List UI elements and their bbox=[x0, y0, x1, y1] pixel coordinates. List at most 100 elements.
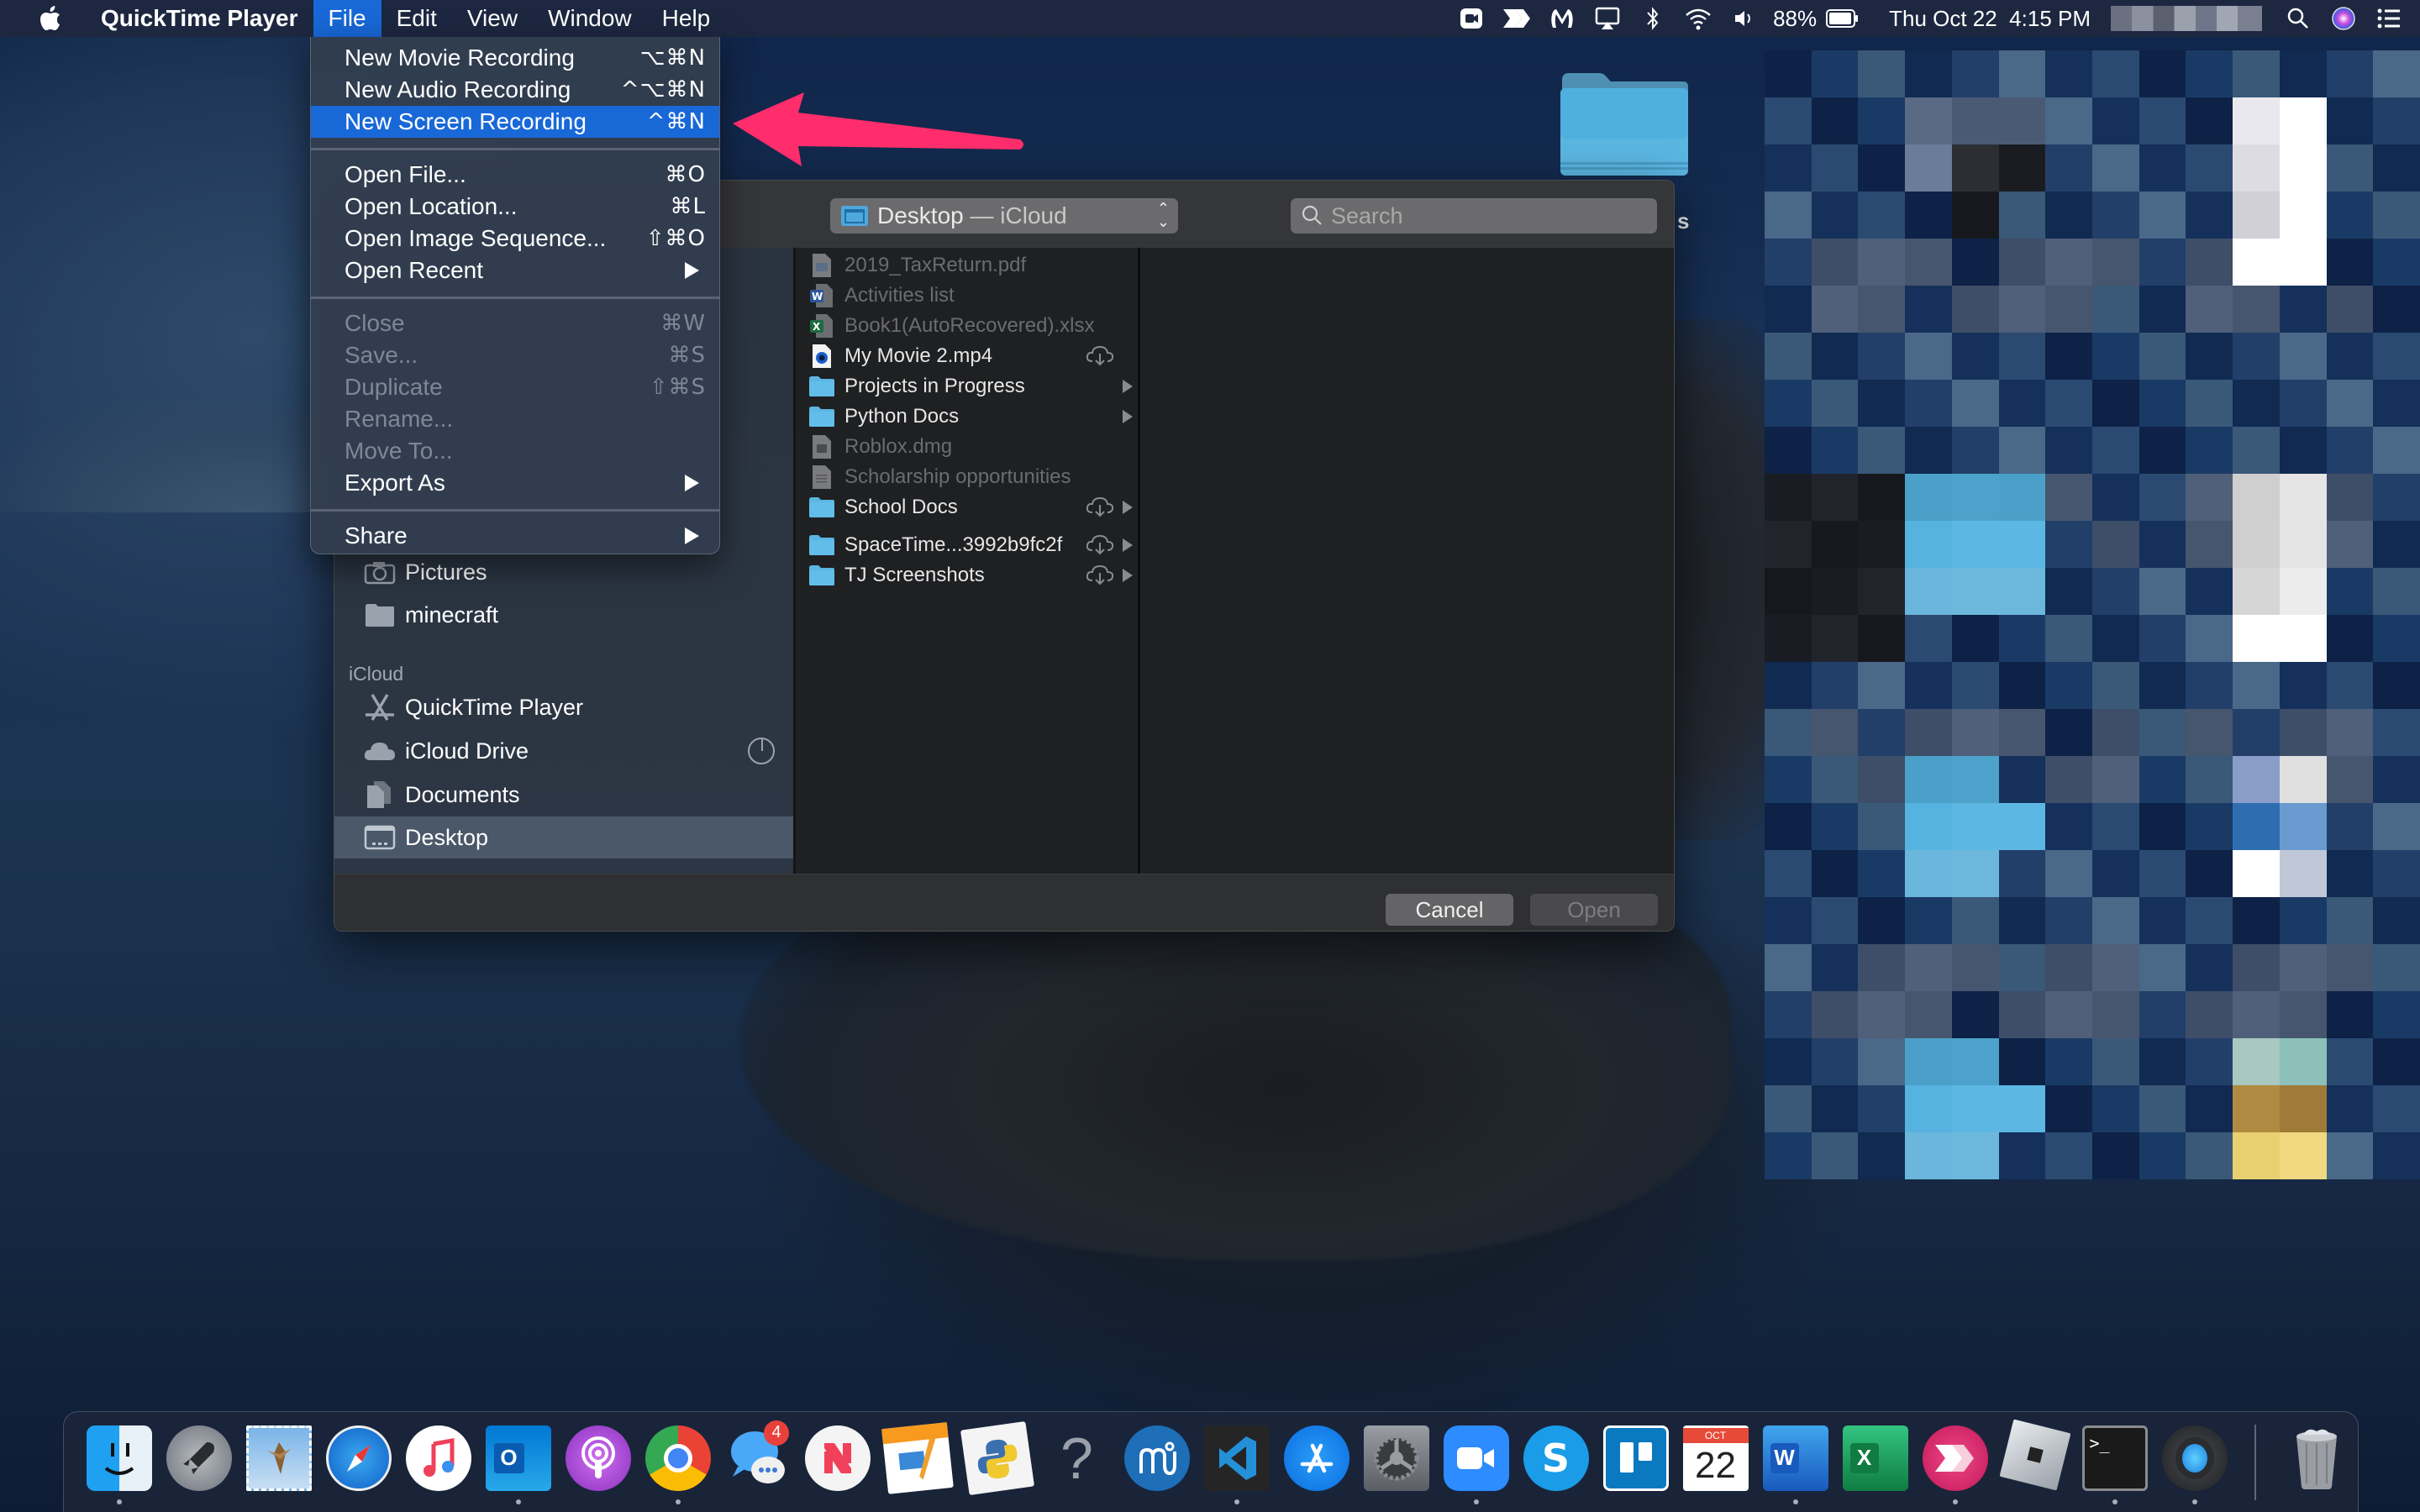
dock-app-skitch[interactable] bbox=[1915, 1420, 1995, 1504]
dock-app-word[interactable]: W bbox=[1755, 1420, 1835, 1504]
blur-pixel bbox=[2279, 1085, 2327, 1132]
menu-item-new-screen-recording[interactable]: New Screen Recording ^⌘N bbox=[311, 106, 719, 138]
dock-trash[interactable] bbox=[2276, 1420, 2356, 1504]
blur-pixel bbox=[1765, 1038, 1812, 1085]
blur-pixel bbox=[1765, 568, 1812, 615]
menu-item-open-location[interactable]: Open Location... ⌘L bbox=[311, 191, 719, 223]
menu-item-open-file[interactable]: Open File... ⌘O bbox=[311, 159, 719, 191]
dock-app-trello[interactable] bbox=[1596, 1420, 1676, 1504]
file-row-tj-screenshots[interactable]: TJ Screenshots bbox=[796, 560, 1138, 591]
dock-app-system-preferences[interactable] bbox=[1356, 1420, 1436, 1504]
dock-app-skype[interactable]: S bbox=[1516, 1420, 1596, 1504]
blurred-desktop-icons bbox=[1765, 50, 2420, 1179]
dock-app-music[interactable] bbox=[398, 1420, 478, 1504]
search-field[interactable]: Search bbox=[1291, 198, 1657, 234]
battery-icon[interactable] bbox=[1823, 0, 1862, 37]
siri-icon[interactable] bbox=[2321, 0, 2366, 37]
blur-pixel bbox=[2279, 662, 2327, 709]
dock-app-unknown-app[interactable]: ? bbox=[1037, 1420, 1117, 1504]
menu-help[interactable]: Help bbox=[647, 0, 726, 37]
blur-pixel bbox=[2092, 568, 2139, 615]
dock-app-launchpad[interactable] bbox=[159, 1420, 239, 1504]
menu-app-name[interactable]: QuickTime Player bbox=[86, 0, 313, 37]
cloud-download-icon[interactable] bbox=[1086, 564, 1114, 591]
wifi-icon[interactable] bbox=[1676, 0, 1721, 37]
blur-pixel bbox=[1905, 521, 1952, 568]
file-row-school-docs[interactable]: School Docs bbox=[796, 492, 1138, 522]
desktop-folder-icon[interactable] bbox=[1559, 71, 1690, 176]
file-row-activities-list[interactable]: W Activities list bbox=[796, 281, 1138, 311]
dock-app-podcasts[interactable] bbox=[558, 1420, 638, 1504]
menu-window[interactable]: Window bbox=[533, 0, 647, 37]
menu-item-new-movie-recording[interactable]: New Movie Recording ⌥⌘N bbox=[311, 42, 719, 74]
sidebar-item-documents[interactable]: Documents bbox=[334, 774, 793, 816]
open-button[interactable]: Open bbox=[1530, 894, 1658, 926]
blur-pixel bbox=[1765, 662, 1812, 709]
airplay-icon[interactable] bbox=[1585, 0, 1630, 37]
malwarebytes-icon[interactable] bbox=[1539, 0, 1585, 37]
user-name-blurred[interactable] bbox=[2111, 6, 2262, 31]
dock-app-quicktime-player[interactable] bbox=[2154, 1420, 2234, 1504]
blur-pixel bbox=[2092, 50, 2139, 97]
battery-percent[interactable]: 88% bbox=[1766, 6, 1823, 32]
menu-file[interactable]: File bbox=[313, 0, 381, 37]
dock-app-visual-studio-code[interactable] bbox=[1197, 1420, 1276, 1504]
dock-app-roblox[interactable] bbox=[1995, 1419, 2075, 1504]
blur-pixel bbox=[2092, 944, 2139, 991]
blur-pixel bbox=[1951, 144, 1999, 192]
dock-app-news[interactable] bbox=[797, 1420, 877, 1504]
menu-item-open-image-sequence[interactable]: Open Image Sequence... ⇧⌘O bbox=[311, 223, 719, 255]
dock-app-pages[interactable] bbox=[877, 1420, 957, 1504]
notification-center-icon[interactable] bbox=[2366, 0, 2412, 37]
screen-record-icon[interactable] bbox=[1449, 0, 1494, 37]
file-row-book1-autorecovered-xlsx[interactable]: X Book1(AutoRecovered).xlsx bbox=[796, 311, 1138, 341]
clock[interactable]: Thu Oct 22 4:15 PM bbox=[1882, 6, 2097, 32]
menu-edit[interactable]: Edit bbox=[381, 0, 452, 37]
blur-pixel bbox=[1765, 97, 1812, 144]
sidebar-item-desktop[interactable]: Desktop bbox=[334, 816, 793, 858]
blur-pixel bbox=[2139, 1038, 2186, 1085]
blur-pixel bbox=[2373, 333, 2420, 380]
sidebar-item-pictures[interactable]: Pictures bbox=[334, 551, 793, 593]
blur-pixel bbox=[2045, 850, 2092, 897]
file-row-python-docs[interactable]: Python Docs bbox=[796, 402, 1138, 432]
spotlight-search-icon[interactable] bbox=[2275, 0, 2321, 37]
cancel-button[interactable]: Cancel bbox=[1386, 894, 1513, 926]
dock-app-calendar[interactable]: OCT 22 bbox=[1676, 1420, 1755, 1504]
dock-app-chrome[interactable] bbox=[638, 1420, 718, 1504]
sidebar-item-quicktime[interactable]: QuickTime Player bbox=[334, 686, 793, 728]
dock-app-python-launcher[interactable] bbox=[957, 1420, 1037, 1504]
dock-app-outlook[interactable]: O bbox=[478, 1420, 558, 1504]
sidebar-item-minecraft[interactable]: minecraft bbox=[334, 594, 793, 636]
cloud-download-icon[interactable] bbox=[1086, 533, 1114, 561]
dock-app-app-store[interactable] bbox=[1276, 1420, 1356, 1504]
file-row-projects-in-progress[interactable]: Projects in Progress bbox=[796, 371, 1138, 402]
file-row-roblox-dmg[interactable]: Roblox.dmg bbox=[796, 432, 1138, 462]
menu-item-export-as[interactable]: Export As bbox=[311, 467, 719, 499]
bluetooth-icon[interactable] bbox=[1630, 0, 1676, 37]
apple-menu-icon[interactable] bbox=[30, 6, 71, 31]
cloud-download-icon[interactable] bbox=[1086, 496, 1114, 523]
blur-pixel bbox=[1811, 709, 1859, 756]
dock-app-zoom[interactable] bbox=[1436, 1420, 1516, 1504]
menu-item-share[interactable]: Share bbox=[311, 520, 719, 552]
dock-app-musescore[interactable] bbox=[1117, 1420, 1197, 1504]
skitch-icon[interactable] bbox=[1494, 0, 1539, 37]
dock-app-messages[interactable]: 4 bbox=[718, 1420, 797, 1504]
dock-app-mail[interactable] bbox=[239, 1420, 318, 1504]
menu-item-open-recent[interactable]: Open Recent bbox=[311, 255, 719, 286]
menu-view[interactable]: View bbox=[452, 0, 533, 37]
file-row-spacetime-3992b9fc2f[interactable]: SpaceTime...3992b9fc2f bbox=[796, 530, 1138, 560]
dock-app-safari[interactable] bbox=[318, 1420, 398, 1504]
sidebar-item-icloud-drive[interactable]: iCloud Drive bbox=[334, 730, 793, 772]
cloud-download-icon[interactable] bbox=[1086, 344, 1114, 372]
dock-app-excel[interactable]: X bbox=[1835, 1420, 1915, 1504]
file-row-scholarship-opportunities[interactable]: Scholarship opportunities bbox=[796, 462, 1138, 492]
dock-app-terminal[interactable]: >_ bbox=[2075, 1420, 2154, 1504]
dock-app-finder[interactable] bbox=[79, 1420, 159, 1504]
location-popup[interactable]: Desktop — iCloud ⌃ ⌄ bbox=[830, 198, 1178, 234]
file-row-my-movie-2-mp4[interactable]: My Movie 2.mp4 bbox=[796, 341, 1138, 371]
menu-item-new-audio-recording[interactable]: New Audio Recording ^⌥⌘N bbox=[311, 74, 719, 106]
file-row-2019-taxreturn-pdf[interactable]: 2019_TaxReturn.pdf bbox=[796, 250, 1138, 281]
volume-icon[interactable] bbox=[1721, 0, 1766, 37]
